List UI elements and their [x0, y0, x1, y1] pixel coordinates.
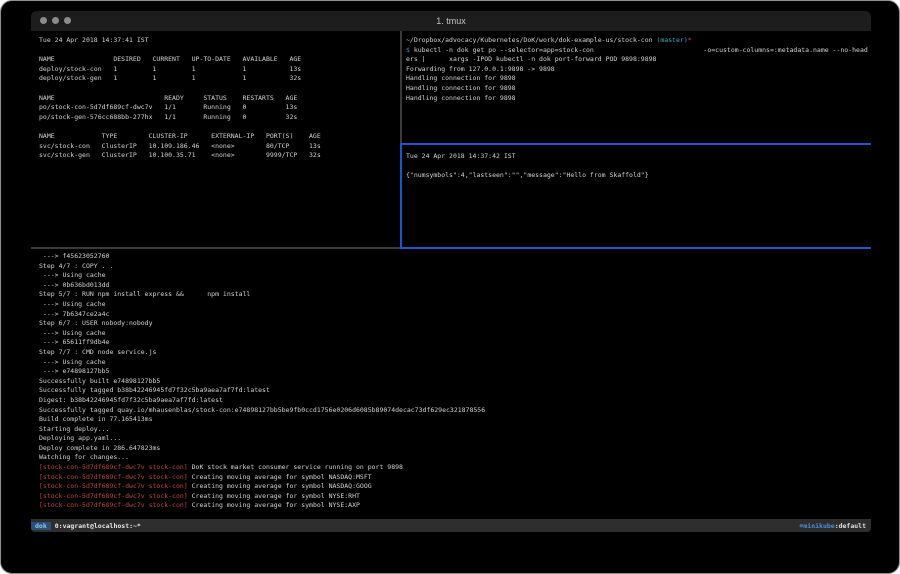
log-message: Creating moving average for symbol NYSE:… [188, 501, 360, 509]
log-message: DoK stock market consumer service runnin… [188, 463, 403, 471]
session-badge: dok [31, 522, 51, 530]
app-log-line: [stock-con-5d7df689cf-dwc7v stock-con] D… [39, 463, 871, 473]
zoom-button-icon[interactable] [64, 17, 71, 24]
deployments-header: NAME DESIRED CURRENT UP-TO-DATE AVAILABL… [39, 55, 400, 65]
services-header: NAME TYPE CLUSTER-IP EXTERNAL-IP PORT(S)… [39, 132, 400, 142]
pane-kubectl-overview[interactable]: Tue 24 Apr 2018 14:37:41 IST NAME DESIRE… [31, 31, 400, 247]
services-rows: svc/stock-con ClusterIP 10.109.186.46 <n… [39, 142, 400, 161]
pod-prefix: [stock-con-5d7df689cf-dwc7v stock-con] [39, 463, 188, 471]
shell-path-line: ~/Dropbox/advocacy/Kubernetes/DoK/work/d… [406, 36, 869, 46]
clock-line-2: Tue 24 Apr 2018 14:37:42 IST [406, 152, 869, 162]
app-log-line: [stock-con-5d7df689cf-dwc7v stock-con] C… [39, 482, 871, 492]
pane-divider-vertical-active[interactable] [400, 143, 402, 249]
k8s-namespace: :default [835, 522, 866, 530]
title-bar[interactable]: 1. tmux [31, 11, 871, 31]
screenshot-frame: 1. tmux Tue 24 Apr 2018 14:37:41 IST NAM… [0, 0, 900, 574]
pods-header: NAME READY STATUS RESTARTS AGE [39, 94, 400, 104]
terminal-body: Tue 24 Apr 2018 14:37:41 IST NAME DESIRE… [31, 31, 871, 519]
log-message: Creating moving average for symbol NASDA… [188, 473, 372, 481]
git-branch: (master) [656, 36, 687, 44]
status-right: ☸ minikube :default [799, 519, 871, 532]
command-text: kubectl -n dok get po --selector=app=sto… [410, 46, 868, 54]
window-title: 1. tmux [31, 11, 871, 31]
status-left: dok 0:vagrant@localhost:~* [31, 519, 141, 532]
traffic-lights [40, 17, 71, 24]
port-forward-output: Forwarding from 127.0.0.1:9898 -> 9898 H… [406, 65, 869, 103]
log-message: Creating moving average for symbol NYSE:… [188, 492, 360, 500]
app-log-line: [stock-con-5d7df689cf-dwc7v stock-con] C… [39, 492, 871, 502]
pane-skaffold-build[interactable]: ---> f45623052760 Step 4/7 : COPY . . --… [31, 249, 871, 519]
pods-table: NAME READY STATUS RESTARTS AGE po/stock-… [39, 94, 400, 123]
pane-divider-vertical-inactive[interactable] [400, 31, 402, 143]
pane-service-response[interactable]: Tue 24 Apr 2018 14:37:42 IST {"numsymbol… [403, 145, 869, 247]
close-button-icon[interactable] [40, 17, 47, 24]
pod-prefix: [stock-con-5d7df689cf-dwc7v stock-con] [39, 473, 188, 481]
pane-divider-horizontal-right2-active[interactable] [400, 247, 871, 249]
log-message: Creating moving average for symbol NASDA… [188, 482, 372, 490]
pod-prefix: [stock-con-5d7df689cf-dwc7v stock-con] [39, 501, 188, 509]
cwd-path: ~/Dropbox/advocacy/Kubernetes/DoK/work/d… [406, 36, 656, 44]
json-response: {"numsymbols":4,"lastseen":"","message":… [406, 171, 869, 181]
git-dirty-marker: * [688, 36, 692, 44]
build-log: ---> f45623052760 Step 4/7 : COPY . . --… [39, 252, 871, 463]
terminal-window[interactable]: 1. tmux Tue 24 Apr 2018 14:37:41 IST NAM… [31, 11, 871, 532]
tmux-status-bar: dok 0:vagrant@localhost:~* ☸ minikube :d… [31, 519, 871, 532]
pane-divider-horizontal-left-inactive[interactable] [31, 247, 400, 249]
deployments-rows: deploy/stock-con 1 1 1 1 13s deploy/stoc… [39, 65, 400, 84]
pane-divider-horizontal-right-active[interactable] [400, 143, 871, 145]
clock-line: Tue 24 Apr 2018 14:37:41 IST [39, 36, 400, 46]
command-line-wrap: ers | xargs -IPOD kubectl -n dok port-fo… [406, 55, 869, 65]
pod-prefix: [stock-con-5d7df689cf-dwc7v stock-con] [39, 482, 188, 490]
pods-rows: po/stock-con-5d7df689cf-dwc7v 1/1 Runnin… [39, 103, 400, 122]
deployments-table: NAME DESIRED CURRENT UP-TO-DATE AVAILABL… [39, 55, 400, 84]
pod-prefix: [stock-con-5d7df689cf-dwc7v stock-con] [39, 492, 188, 500]
window-tab[interactable]: 0:vagrant@localhost:~* [55, 522, 141, 530]
command-line: $ kubectl -n dok get po --selector=app=s… [406, 46, 869, 56]
k8s-context: minikube [803, 522, 834, 530]
pane-port-forward[interactable]: ~/Dropbox/advocacy/Kubernetes/DoK/work/d… [403, 31, 869, 143]
app-log-line: [stock-con-5d7df689cf-dwc7v stock-con] C… [39, 501, 871, 511]
minimize-button-icon[interactable] [52, 17, 59, 24]
services-table: NAME TYPE CLUSTER-IP EXTERNAL-IP PORT(S)… [39, 132, 400, 161]
app-log-line: [stock-con-5d7df689cf-dwc7v stock-con] C… [39, 473, 871, 483]
